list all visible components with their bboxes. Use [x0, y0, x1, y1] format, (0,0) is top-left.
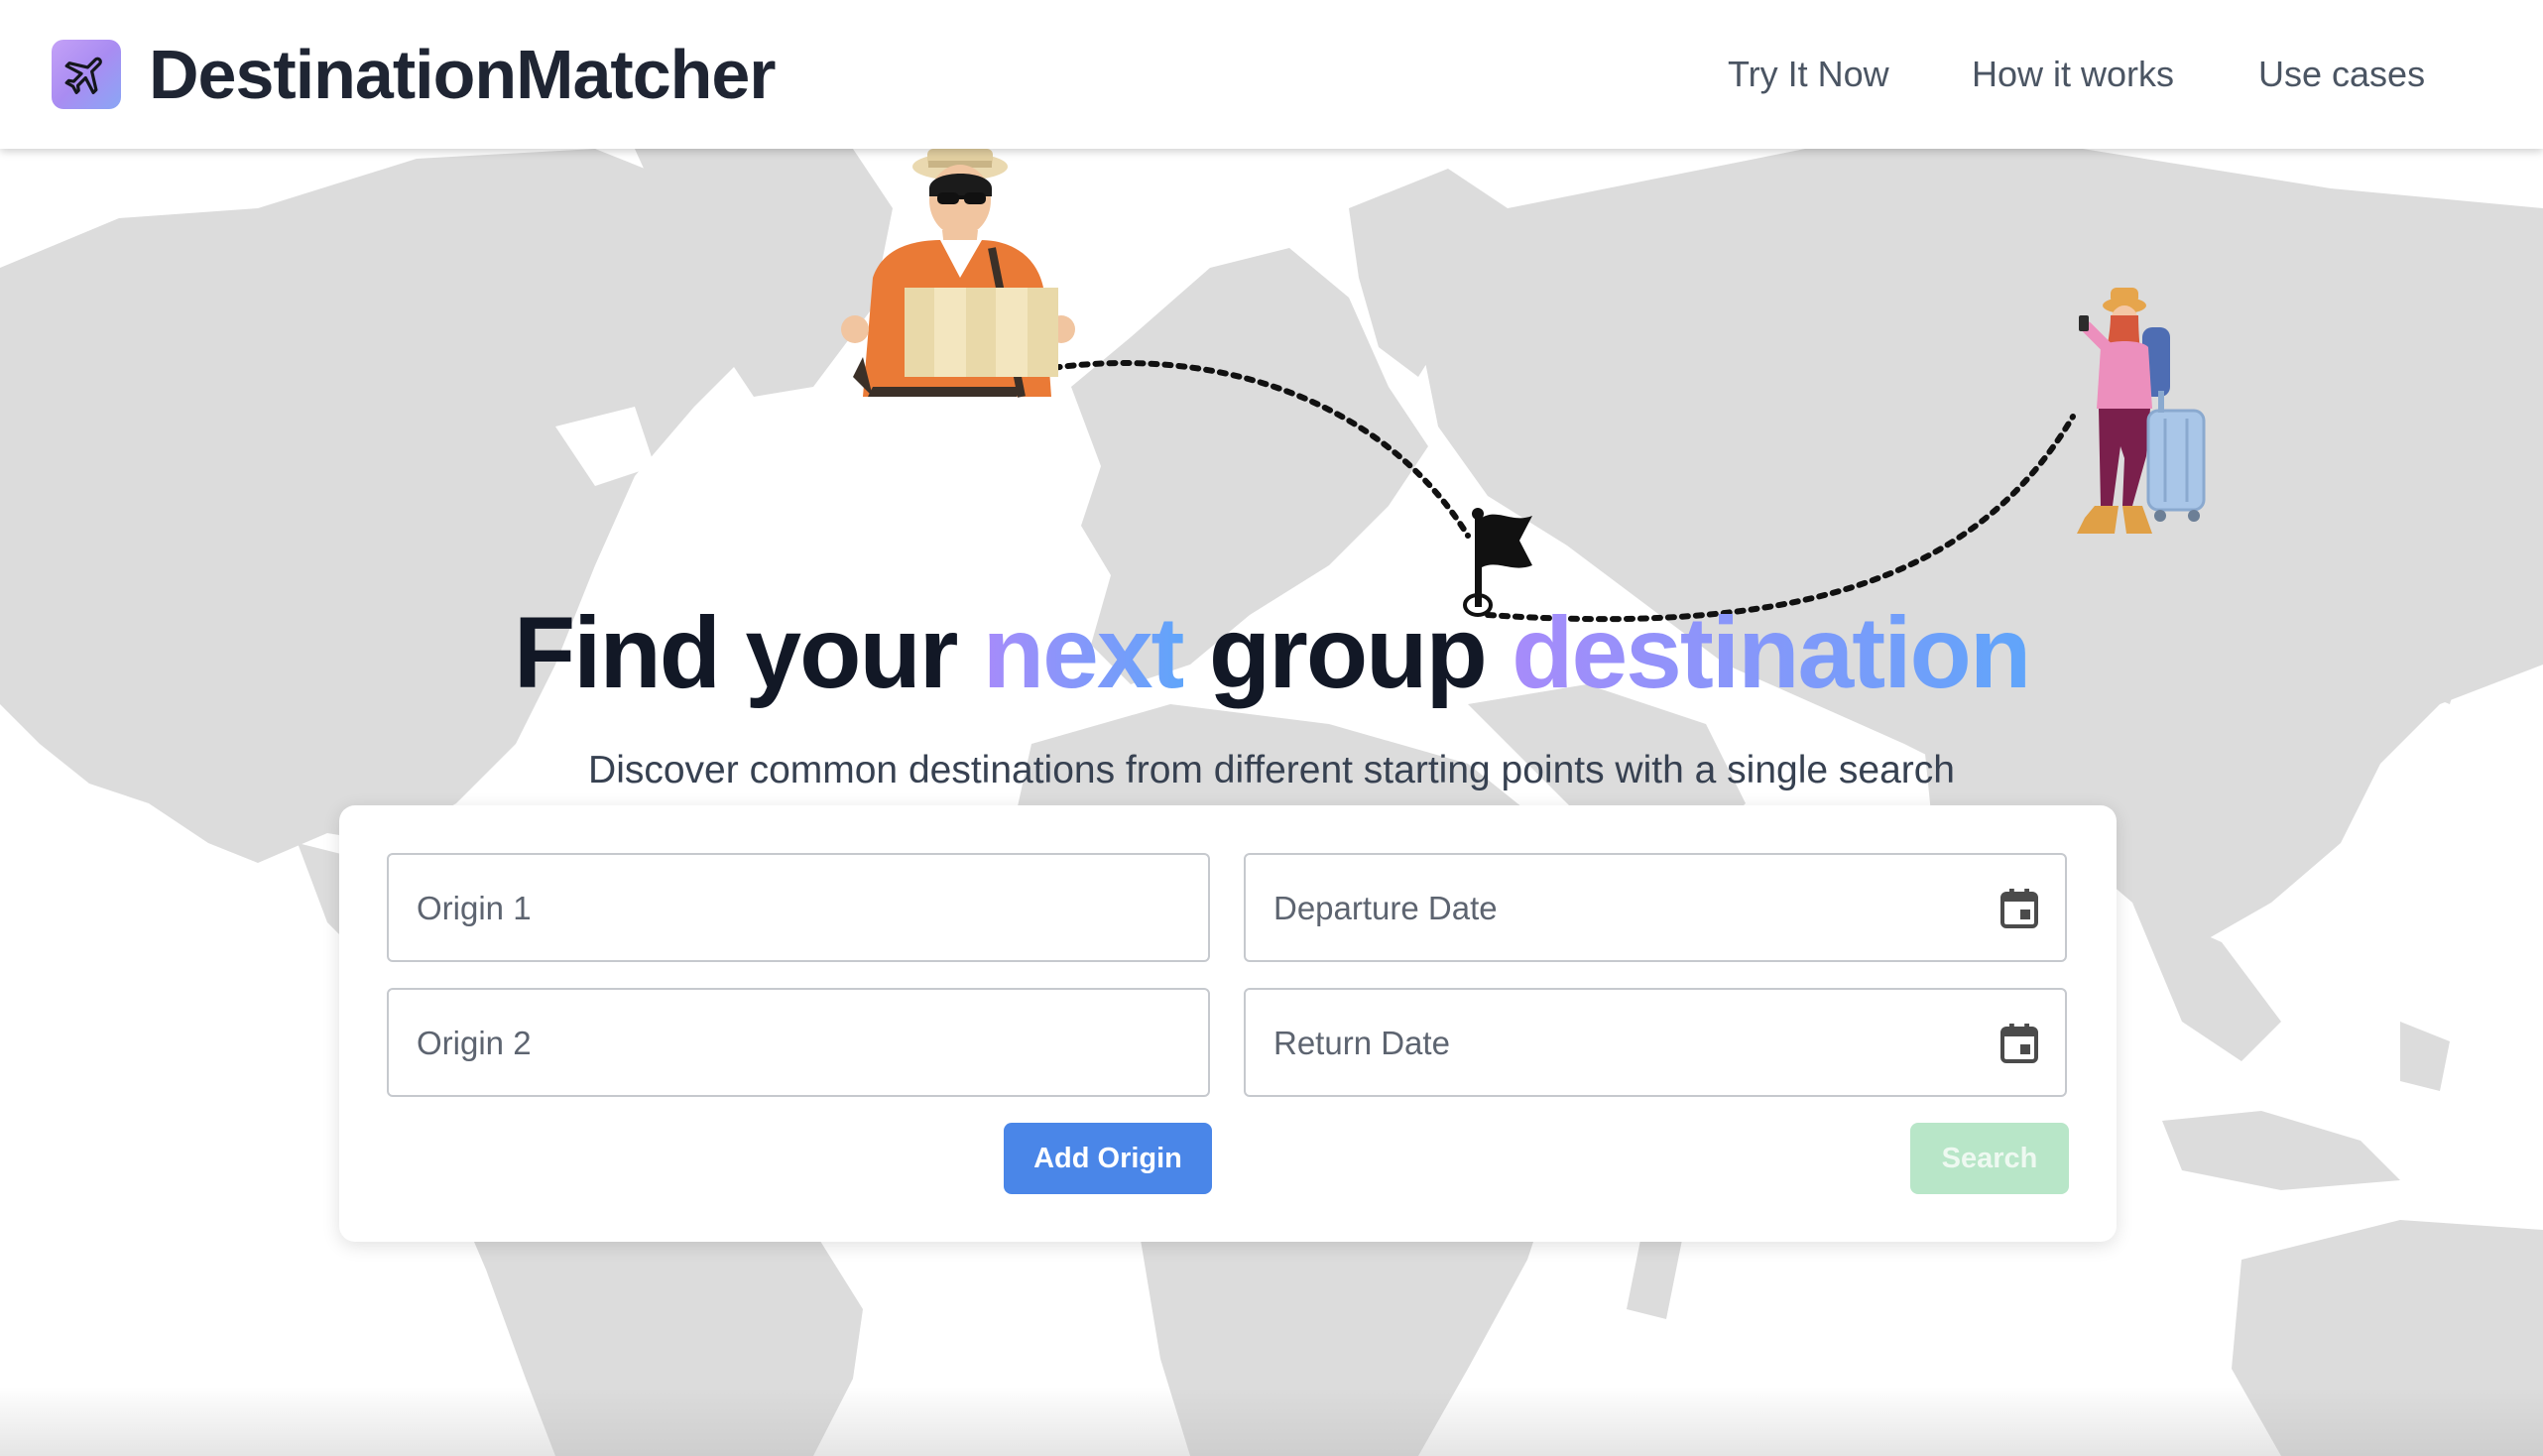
bottom-fade	[0, 1387, 2543, 1456]
title-part-3: group	[1182, 596, 1513, 709]
dotted-route-left	[1024, 360, 1471, 539]
top-navbar: DestinationMatcher Try It Now How it wor…	[0, 0, 2543, 149]
departure-date-input[interactable]	[1272, 855, 1990, 962]
origin-2-field[interactable]	[387, 988, 1210, 1097]
hero-subtitle: Discover common destinations from differ…	[588, 749, 1955, 791]
return-date-input[interactable]	[1272, 990, 1990, 1097]
airplane-icon	[64, 57, 102, 94]
nav-try-it-now[interactable]: Try It Now	[1728, 50, 1889, 99]
search-button[interactable]: Search	[1910, 1123, 2069, 1194]
title-highlight-next: next	[982, 596, 1185, 709]
title-highlight-destination: destination	[1512, 596, 2031, 709]
hero-title: Find your next group destination	[0, 593, 2543, 712]
calendar-icon[interactable]	[1999, 1023, 2039, 1064]
origin-1-input[interactable]	[415, 855, 1133, 962]
traveler-with-suitcase	[2077, 288, 2206, 534]
add-origin-button[interactable]: Add Origin	[1004, 1123, 1212, 1194]
hero-section: Find your next group destination Discove…	[0, 149, 2543, 1456]
origin-1-field[interactable]	[387, 853, 1210, 962]
departure-date-field[interactable]	[1244, 853, 2067, 962]
title-part-1: Find your	[513, 596, 983, 709]
route-illustration	[841, 149, 2206, 623]
nav-how-it-works[interactable]: How it works	[1972, 50, 2174, 99]
origin-2-input[interactable]	[415, 990, 1133, 1097]
search-form-card: Add Origin Search	[339, 805, 2117, 1242]
brand-logo[interactable]	[52, 40, 121, 109]
nav-use-cases[interactable]: Use cases	[2258, 50, 2425, 99]
calendar-icon[interactable]	[1999, 888, 2039, 929]
dotted-route-right	[1485, 414, 2076, 623]
return-date-field[interactable]	[1244, 988, 2067, 1097]
brand-name[interactable]: DestinationMatcher	[149, 34, 777, 115]
traveler-with-map	[841, 149, 1075, 398]
